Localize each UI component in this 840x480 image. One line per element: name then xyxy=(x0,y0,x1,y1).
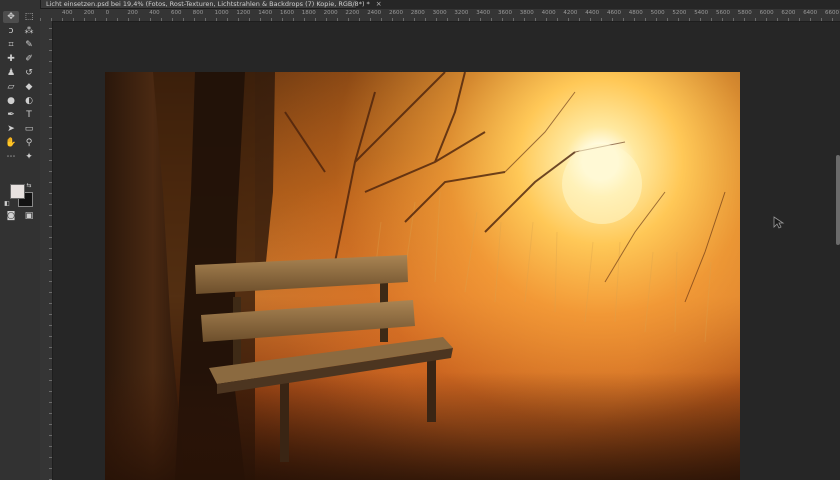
edit-toolbar-icon[interactable]: ⋯ xyxy=(3,151,19,163)
zoom-tool-icon[interactable]: ⚲ xyxy=(21,137,37,149)
ruler-tick-label: 4400 xyxy=(585,10,600,16)
ruler-tick-label: 2800 xyxy=(410,10,425,16)
hand-tool-icon[interactable]: ✋ xyxy=(3,137,19,149)
ruler-tick-label: 0 xyxy=(105,10,110,16)
ruler-tick-label: 1800 xyxy=(301,10,316,16)
path-selection-tool-icon[interactable]: ➤ xyxy=(3,123,19,135)
ruler-tick-label: 400 xyxy=(149,10,160,16)
foreground-color-swatch[interactable] xyxy=(10,184,25,199)
document-tab[interactable]: Licht einsetzen.psd bei 19,4% (Fotos, Ro… xyxy=(40,0,382,9)
ruler-tick-label: 2200 xyxy=(345,10,360,16)
ruler-tick-label: 1200 xyxy=(236,10,251,16)
crop-tool-icon[interactable]: ⌗ xyxy=(3,39,19,51)
ruler-tick-label: 2600 xyxy=(389,10,403,16)
ruler-tick-label: 1000 xyxy=(214,10,229,16)
ruler-tick-label: 200 xyxy=(127,10,138,16)
lasso-tool-icon[interactable]: ↄ xyxy=(3,25,19,37)
dodge-tool-icon[interactable]: ◐ xyxy=(21,95,37,107)
ruler-tick-label: 4800 xyxy=(628,10,643,16)
ruler-tick-label: 1400 xyxy=(258,10,273,16)
move-tool-icon[interactable]: ✥ xyxy=(3,11,19,23)
extra-tool-icon[interactable]: ✦ xyxy=(21,151,37,163)
canvas-area[interactable] xyxy=(53,22,840,480)
ruler-tick-label: 400 xyxy=(62,10,73,16)
ruler-tick-label: 4200 xyxy=(563,10,578,16)
ruler-tick-label: 5000 xyxy=(650,10,665,16)
vertical-scrollbar[interactable] xyxy=(836,155,840,245)
history-brush-tool-icon[interactable]: ↺ xyxy=(21,67,37,79)
type-tool-icon[interactable]: T xyxy=(21,109,37,121)
blur-tool-icon[interactable]: ● xyxy=(3,95,19,107)
close-icon[interactable]: × xyxy=(376,0,382,8)
ruler-tick-label: 3600 xyxy=(498,10,512,16)
ruler-tick-label: 2000 xyxy=(323,10,338,16)
ruler-tick-label: 4000 xyxy=(541,10,556,16)
ruler-tick-label: 4600 xyxy=(607,10,621,16)
ruler-tick-label: 3000 xyxy=(432,10,447,16)
horizontal-ruler: 400 200 0 200 400 600 800 1000 1200 1400 1600 1800 2… xyxy=(40,9,840,22)
vertical-ruler xyxy=(40,21,53,480)
ruler-tick-label: 200 xyxy=(83,10,95,16)
ruler-tick-label: 3800 xyxy=(519,10,534,16)
ruler-tick-label: 2400 xyxy=(367,10,382,16)
ruler-tick-label: 600 xyxy=(171,10,182,16)
ruler-tick-label: 5400 xyxy=(694,10,709,16)
eraser-tool-icon[interactable]: ▱ xyxy=(3,81,19,93)
ruler-tick-label: 5800 xyxy=(737,10,752,16)
healing-brush-tool-icon[interactable]: ✚ xyxy=(3,53,19,65)
ruler-tick-label: 6400 xyxy=(803,10,818,16)
ruler-tick-label: 5600 xyxy=(716,10,730,16)
document-tab-title: Licht einsetzen.psd bei 19,4% (Fotos, Ro… xyxy=(46,0,370,8)
clone-stamp-tool-icon[interactable]: ♟ xyxy=(3,67,19,79)
pen-tool-icon[interactable]: ✒ xyxy=(3,109,19,121)
brush-tool-icon[interactable]: ✐ xyxy=(21,53,37,65)
ruler-tick-label: 5200 xyxy=(672,10,687,16)
ruler-tick-label: 3400 xyxy=(476,10,491,16)
canvas-image[interactable] xyxy=(105,72,740,480)
mouse-pointer-icon xyxy=(773,216,785,229)
ruler-tick-label: 1600 xyxy=(280,10,294,16)
screen-mode-icon[interactable]: ▣ xyxy=(21,210,37,222)
swap-colors-icon[interactable]: ⇆ xyxy=(25,180,33,192)
ruler-tick-label: 800 xyxy=(192,10,204,16)
quick-mask-icon[interactable]: ◙ xyxy=(3,210,19,222)
ruler-tick-label: 3200 xyxy=(454,10,469,16)
ruler-tick-label: 6200 xyxy=(781,10,796,16)
eyedropper-tool-icon[interactable]: ✎ xyxy=(21,39,37,51)
forest-bench-photo xyxy=(105,72,740,480)
tools-panel: ✥ ⬚ ↄ ⁂ ⌗ ✎ ✚ ✐ ♟ ↺ ▱ ◆ ● ◐ ✒ T ➤ ▭ ✋ ⚲ … xyxy=(0,0,41,480)
ruler-tick-label: 6000 xyxy=(759,10,774,16)
shape-tool-icon[interactable]: ▭ xyxy=(21,123,37,135)
paint-bucket-tool-icon[interactable]: ◆ xyxy=(21,81,37,93)
magic-wand-tool-icon[interactable]: ⁂ xyxy=(21,25,37,37)
marquee-tool-icon[interactable]: ⬚ xyxy=(21,11,37,23)
ruler-tick-label: 6600 xyxy=(825,10,839,16)
default-colors-icon[interactable]: ◧ xyxy=(3,198,11,210)
